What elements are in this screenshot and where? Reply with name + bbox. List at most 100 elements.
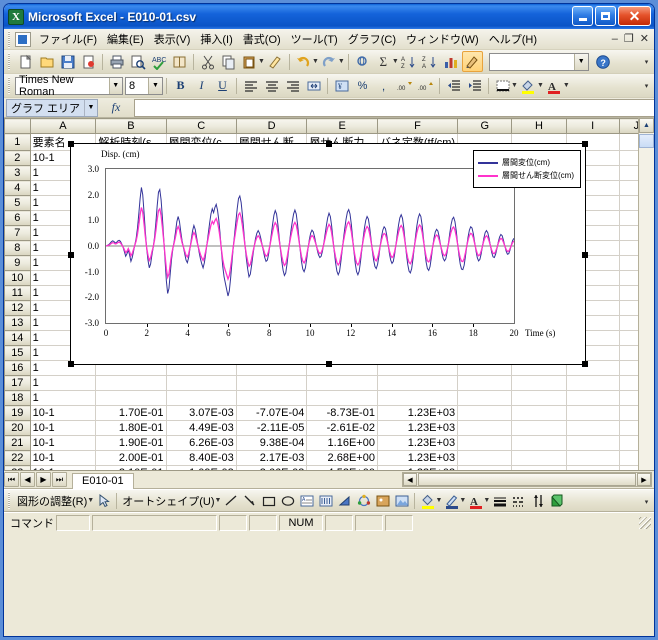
column-header-f[interactable]: F (376, 118, 459, 134)
cell-d19[interactable]: -7.07E-04 (236, 405, 308, 421)
three-d-style-icon[interactable] (547, 491, 566, 510)
insert-function-icon[interactable]: fx (98, 100, 134, 115)
cell-e18[interactable] (306, 390, 378, 406)
last-sheet-button[interactable]: ⏭ (52, 472, 67, 487)
prev-sheet-button[interactable]: ◀ (20, 472, 35, 487)
row-header-7[interactable]: 7 (4, 225, 31, 241)
cell-g20[interactable] (457, 420, 513, 436)
font-size-dropdown-arrow[interactable]: ▼ (148, 77, 162, 94)
cell-h21[interactable] (511, 435, 567, 451)
cell-a22[interactable]: 10-1 (30, 450, 97, 466)
formatting-toolbar-overflow[interactable]: ▾ (641, 77, 652, 95)
chart-handle-e[interactable] (582, 252, 588, 258)
cell-e23[interactable]: 4.52E+00 (306, 465, 378, 470)
arrow-style-icon[interactable] (528, 491, 547, 510)
row-header-4[interactable]: 4 (4, 180, 31, 196)
column-header-e[interactable]: E (306, 118, 378, 134)
menu-format[interactable]: 書式(O) (238, 29, 286, 49)
doc-restore-button[interactable]: ❐ (624, 32, 634, 45)
cell-d18[interactable] (236, 390, 308, 406)
cell-i23[interactable] (566, 465, 620, 470)
next-sheet-button[interactable]: ▶ (36, 472, 51, 487)
cell-f20[interactable]: 1.23E+03 (377, 420, 459, 436)
fill-color-dropdown-arrow[interactable]: ▼ (435, 497, 442, 504)
row-header-20[interactable]: 20 (4, 420, 31, 436)
cell-d20[interactable]: -2.11E-05 (236, 420, 308, 436)
cell-h20[interactable] (511, 420, 567, 436)
cell-d22[interactable]: 2.17E-03 (236, 450, 308, 466)
autoshape-dropdown-arrow[interactable]: ▼ (215, 497, 222, 504)
cell-b22[interactable]: 2.00E-01 (95, 450, 167, 466)
paste-icon[interactable] (239, 51, 260, 72)
save-icon[interactable] (57, 51, 78, 72)
column-header-g[interactable]: G (457, 118, 513, 134)
insert-image-icon[interactable] (392, 491, 411, 510)
row-header-22[interactable]: 22 (4, 450, 31, 466)
print-preview-icon[interactable] (127, 51, 148, 72)
cut-icon[interactable] (197, 51, 218, 72)
column-header-i[interactable]: I (565, 118, 620, 134)
column-header-c[interactable]: C (165, 118, 237, 134)
cell-i17[interactable] (566, 375, 620, 391)
cell-b20[interactable]: 1.80E-01 (95, 420, 167, 436)
menu-tools[interactable]: ツール(T) (286, 29, 343, 49)
hyperlink-icon[interactable] (352, 51, 373, 72)
undo-icon[interactable] (293, 51, 314, 72)
scroll-up-button[interactable]: ▲ (639, 118, 654, 133)
cell-e19[interactable]: -8.73E-01 (306, 405, 378, 421)
maximize-button[interactable] (595, 6, 616, 26)
row-header-5[interactable]: 5 (4, 195, 31, 211)
dash-style-icon[interactable] (509, 491, 528, 510)
open-icon[interactable] (36, 51, 57, 72)
chart-handle-w[interactable] (68, 252, 74, 258)
bold-button[interactable]: B (170, 75, 191, 96)
cell-f18[interactable] (377, 390, 459, 406)
cell-h18[interactable] (511, 390, 567, 406)
cell-c23[interactable]: 1.09E-02 (166, 465, 237, 470)
underline-button[interactable]: U (212, 75, 233, 96)
align-right-icon[interactable] (282, 75, 303, 96)
row-header-18[interactable]: 18 (4, 390, 31, 406)
column-header-b[interactable]: B (95, 118, 167, 134)
row-header-23[interactable]: 23 (4, 465, 31, 470)
line-icon[interactable] (221, 491, 240, 510)
menubar-grip[interactable] (6, 30, 13, 48)
resize-grip[interactable] (639, 516, 651, 529)
cell-g18[interactable] (457, 390, 513, 406)
zoom-dropdown-arrow[interactable]: ▼ (573, 53, 588, 70)
cell-e20[interactable]: -2.61E-02 (306, 420, 378, 436)
row-header-13[interactable]: 13 (4, 315, 31, 331)
standard-toolbar-overflow[interactable]: ▾ (641, 53, 652, 71)
percent-icon[interactable]: % (352, 75, 373, 96)
align-left-icon[interactable] (240, 75, 261, 96)
select-objects-icon[interactable] (94, 491, 113, 510)
insert-picture-icon[interactable] (373, 491, 392, 510)
cell-c22[interactable]: 8.40E-03 (166, 450, 237, 466)
formatting-toolbar-grip[interactable] (6, 77, 13, 94)
column-header-a[interactable]: A (29, 118, 97, 134)
row-header-3[interactable]: 3 (4, 165, 31, 181)
adjust-shapes-dropdown-arrow[interactable]: ▼ (87, 497, 94, 504)
cell-h23[interactable] (511, 465, 567, 470)
help-icon[interactable]: ? (593, 51, 614, 72)
cell-a17[interactable]: 1 (30, 375, 97, 391)
cell-f17[interactable] (377, 375, 459, 391)
horizontal-scrollbar[interactable]: ◀ ▶ (402, 472, 652, 487)
cell-f23[interactable]: 1.23E+03 (377, 465, 459, 470)
row-header-6[interactable]: 6 (4, 210, 31, 226)
print-icon[interactable] (106, 51, 127, 72)
cell-i21[interactable] (566, 435, 620, 451)
chart-object[interactable]: Disp. (cm) 3.0 2.0 1.0 0.0 -1.0 -2.0 -3.0 0 2 4 6… (68, 141, 588, 367)
menu-chart[interactable]: グラフ(C) (343, 29, 401, 49)
cell-g19[interactable] (457, 405, 513, 421)
clip-art-icon[interactable] (354, 491, 373, 510)
select-all-corner[interactable] (4, 118, 31, 134)
row-header-1[interactable]: 1 (4, 133, 31, 151)
cell-g23[interactable] (457, 465, 513, 470)
decrease-indent-icon[interactable] (443, 75, 464, 96)
drawing-toolbar-overflow[interactable]: ▾ (641, 493, 652, 511)
row-header-14[interactable]: 14 (4, 330, 31, 346)
cell-a23[interactable]: 10-1 (30, 465, 97, 470)
adjust-shapes-menu[interactable]: 図形の調整(R) (15, 493, 89, 509)
scroll-right-button[interactable]: ▶ (637, 473, 651, 486)
